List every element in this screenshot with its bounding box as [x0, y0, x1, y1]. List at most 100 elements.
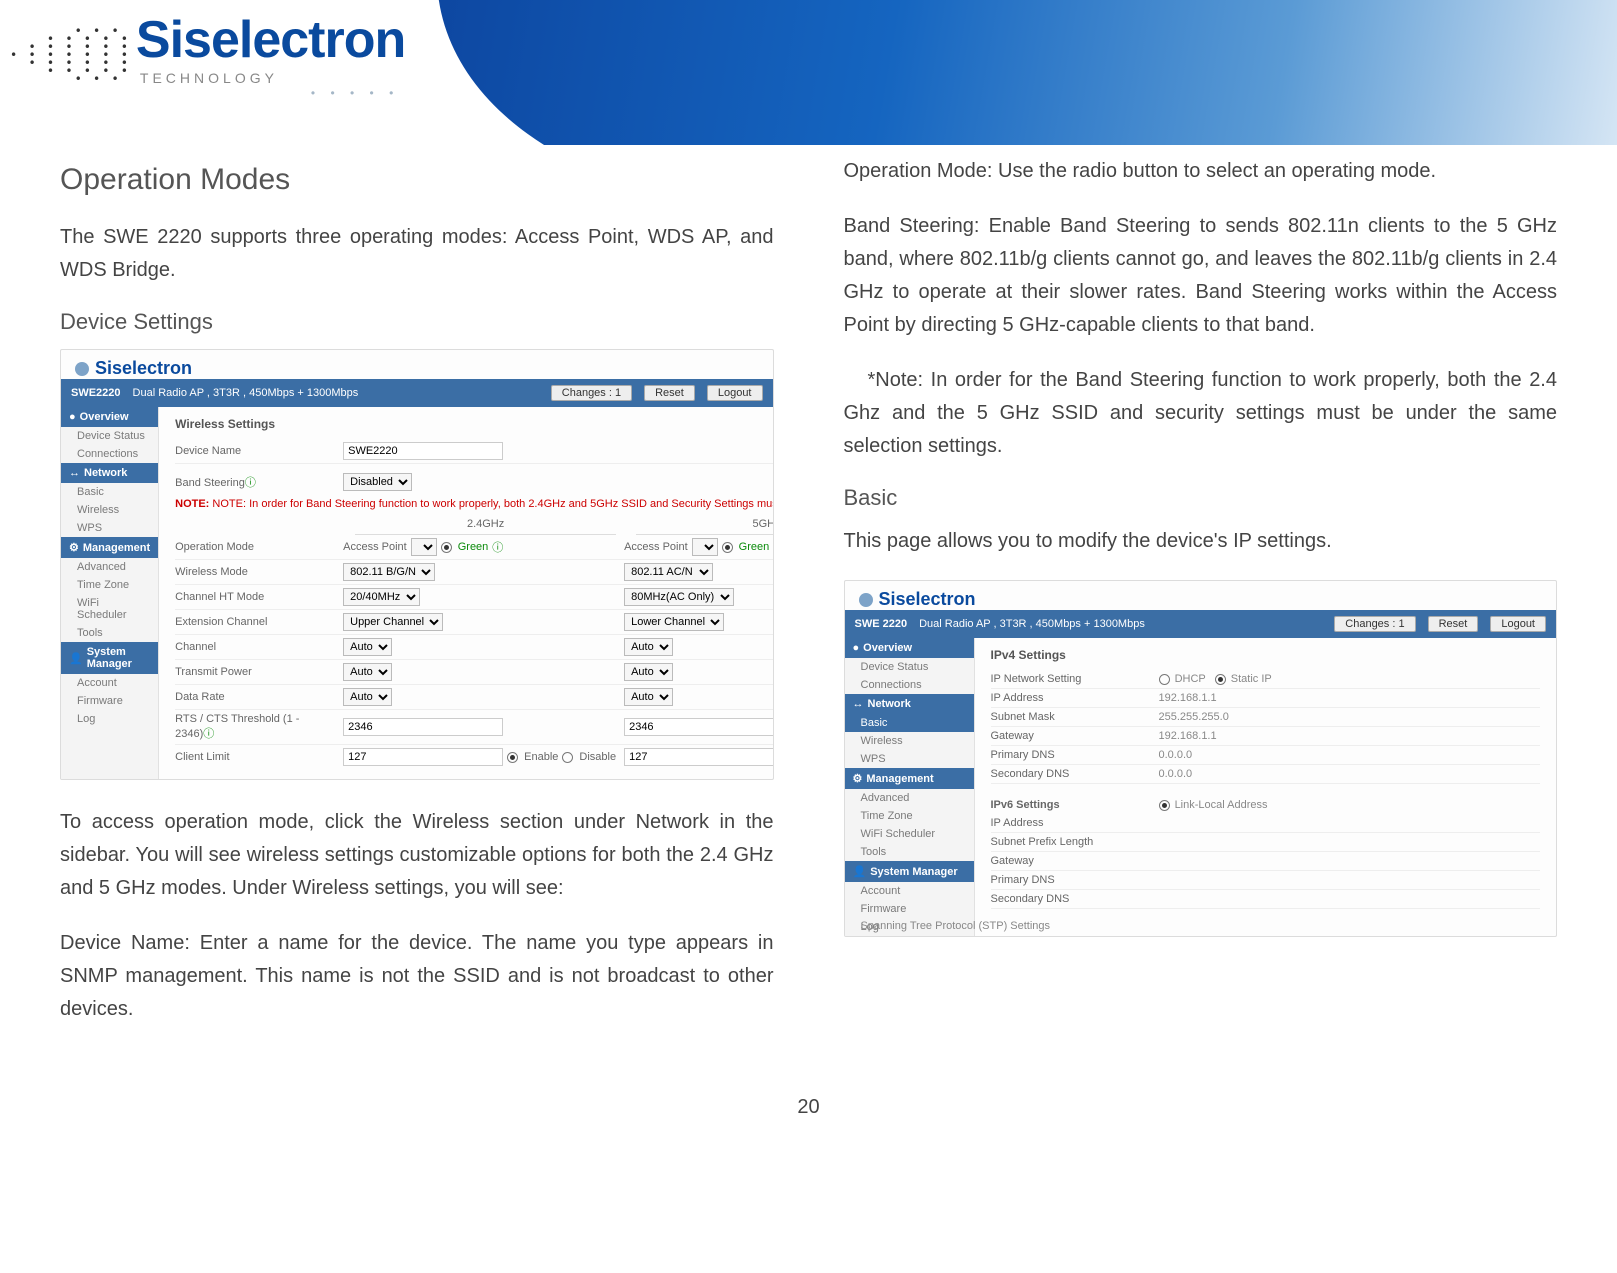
basic-heading: Basic: [844, 485, 1558, 511]
link-local-radio[interactable]: [1159, 800, 1170, 811]
ipv6-address-value[interactable]: [1159, 817, 1541, 829]
rts-24-input[interactable]: [343, 718, 503, 736]
op-mode-24-select[interactable]: [411, 538, 437, 556]
dr-5-select[interactable]: Auto: [624, 688, 673, 706]
intro-paragraph: The SWE 2220 supports three operating mo…: [60, 221, 774, 287]
logo-dot-matrix: • • • • • • • • • • • • • • • • • • • • …: [10, 27, 130, 83]
sidebar-group-overview[interactable]: ● Overview: [61, 407, 158, 427]
shot1-sidebar: ● Overview Device Status Connections ↔ N…: [61, 407, 159, 779]
sidebar-group-network[interactable]: ↔ Network: [845, 694, 974, 714]
ipv6-gateway-label: Gateway: [991, 855, 1151, 867]
shot1-topbar: SWE2220 Dual Radio AP , 3T3R , 450Mbps +…: [61, 379, 773, 407]
band-steering-select[interactable]: Disabled: [343, 473, 412, 491]
rts-label: RTS / CTS Threshold (1 - 2346)ⓘ: [175, 713, 335, 741]
page-banner: • • • • • • • • • • • • • • • • • • • • …: [0, 0, 1617, 145]
green-radio-5[interactable]: [722, 542, 733, 553]
ht-5-select[interactable]: 80MHz(AC Only): [624, 588, 734, 606]
device-name-paragraph: Device Name: Enter a name for the device…: [60, 927, 774, 1026]
sidebar-item-wps[interactable]: WPS: [845, 750, 974, 768]
tx-5-select[interactable]: Auto: [624, 663, 673, 681]
sidebar-group-network[interactable]: ↔ Network: [61, 463, 158, 483]
ip-network-setting-label: IP Network Setting: [991, 673, 1151, 685]
sidebar-item-time-zone[interactable]: Time Zone: [845, 807, 974, 825]
sidebar-item-account[interactable]: Account: [845, 882, 974, 900]
sidebar-item-wireless[interactable]: Wireless: [61, 501, 158, 519]
ext-5-select[interactable]: Lower Channel: [624, 613, 724, 631]
device-name-label: Device Name: [175, 445, 335, 457]
logout-button[interactable]: Logout: [1490, 616, 1546, 632]
sidebar-item-firmware[interactable]: Firmware: [845, 900, 974, 918]
left-column: Operation Modes The SWE 2220 supports th…: [60, 155, 774, 1048]
sidebar-item-basic[interactable]: Basic: [61, 483, 158, 501]
ipv6-gateway-value[interactable]: [1159, 855, 1541, 867]
sidebar-group-system-manager[interactable]: 👤 System Manager: [61, 642, 158, 674]
band-steering-label: Band Steeringⓘ: [175, 474, 335, 490]
ip-address-value[interactable]: 192.168.1.1: [1159, 692, 1541, 704]
sidebar-item-time-zone[interactable]: Time Zone: [61, 576, 158, 594]
rts-5-input[interactable]: [624, 718, 773, 736]
wireless-settings-heading: Wireless Settings: [175, 417, 773, 431]
sidebar-item-wifi-scheduler[interactable]: WiFi Scheduler: [61, 594, 158, 624]
sidebar-item-log[interactable]: Log: [61, 710, 158, 728]
device-name-input[interactable]: [343, 442, 503, 460]
cl-24-enable-radio[interactable]: [507, 752, 518, 763]
changes-button[interactable]: Changes : 1: [551, 385, 632, 401]
sidebar-item-device-status[interactable]: Device Status: [61, 427, 158, 445]
sidebar-group-management[interactable]: ⚙ Management: [61, 537, 158, 558]
sidebar-group-overview[interactable]: ● Overview: [845, 638, 974, 658]
screenshot-ip-settings: Siselectron SWE 2220 Dual Radio AP , 3T3…: [844, 580, 1558, 937]
shot2-logo: Siselectron: [845, 581, 1557, 610]
right-column: Operation Mode: Use the radio button to …: [844, 155, 1558, 1048]
sidebar-item-wifi-scheduler[interactable]: WiFi Scheduler: [845, 825, 974, 843]
sidebar-item-basic[interactable]: Basic: [845, 714, 974, 732]
sidebar-item-connections[interactable]: Connections: [845, 676, 974, 694]
green-radio-24[interactable]: [441, 542, 452, 553]
sidebar-item-connections[interactable]: Connections: [61, 445, 158, 463]
logout-button[interactable]: Logout: [707, 385, 763, 401]
dhcp-radio[interactable]: [1159, 674, 1170, 685]
secondary-dns-label: Secondary DNS: [991, 768, 1151, 780]
ch-5-select[interactable]: Auto: [624, 638, 673, 656]
changes-button[interactable]: Changes : 1: [1334, 616, 1415, 632]
subnet-mask-value[interactable]: 255.255.255.0: [1159, 711, 1541, 723]
ext-24-select[interactable]: Upper Channel: [343, 613, 443, 631]
sidebar-item-account[interactable]: Account: [61, 674, 158, 692]
sidebar-item-firmware[interactable]: Firmware: [61, 692, 158, 710]
sidebar-item-tools[interactable]: Tools: [61, 624, 158, 642]
sidebar-item-wps[interactable]: WPS: [61, 519, 158, 537]
reset-button[interactable]: Reset: [644, 385, 695, 401]
wmode-5-select[interactable]: 802.11 AC/N: [624, 563, 713, 581]
primary-dns-value[interactable]: 0.0.0.0: [1159, 749, 1541, 761]
screenshot-wireless-settings: Siselectron SWE2220 Dual Radio AP , 3T3R…: [60, 349, 774, 780]
sidebar-item-tools[interactable]: Tools: [845, 843, 974, 861]
ht-24-select[interactable]: 20/40MHz: [343, 588, 420, 606]
sidebar-item-wireless[interactable]: Wireless: [845, 732, 974, 750]
cl-24-disable-radio[interactable]: [562, 752, 573, 763]
sidebar-item-advanced[interactable]: Advanced: [845, 789, 974, 807]
ipv6-secondary-dns-value[interactable]: [1159, 893, 1541, 905]
tx-24-select[interactable]: Auto: [343, 663, 392, 681]
secondary-dns-value[interactable]: 0.0.0.0: [1159, 768, 1541, 780]
wmode-24-select[interactable]: 802.11 B/G/N: [343, 563, 435, 581]
static-ip-radio[interactable]: [1215, 674, 1226, 685]
ipv6-settings-heading: IPv6 Settings: [991, 799, 1151, 811]
reset-button[interactable]: Reset: [1428, 616, 1479, 632]
dr-24-select[interactable]: Auto: [343, 688, 392, 706]
ht-mode-label: Channel HT Mode: [175, 591, 335, 603]
sidebar-item-advanced[interactable]: Advanced: [61, 558, 158, 576]
cl-24-input[interactable]: [343, 748, 503, 766]
col-24ghz: 2.4GHz: [355, 514, 616, 535]
ch-24-select[interactable]: Auto: [343, 638, 392, 656]
gateway-value[interactable]: 192.168.1.1: [1159, 730, 1541, 742]
subnet-prefix-value[interactable]: [1159, 836, 1541, 848]
shot2-desc: Dual Radio AP , 3T3R , 450Mbps + 1300Mbp…: [919, 618, 1322, 630]
cl-5-input[interactable]: [624, 748, 773, 766]
ipv6-primary-dns-value[interactable]: [1159, 874, 1541, 886]
op-mode-5-select[interactable]: [692, 538, 718, 556]
sidebar-group-system-manager[interactable]: 👤 System Manager: [845, 861, 974, 882]
sidebar-group-management[interactable]: ⚙ Management: [845, 768, 974, 789]
ipv6-secondary-dns-label: Secondary DNS: [991, 893, 1151, 905]
ip-address-label: IP Address: [991, 692, 1151, 704]
sidebar-item-device-status[interactable]: Device Status: [845, 658, 974, 676]
brand-subtitle: TECHNOLOGY: [140, 70, 405, 86]
